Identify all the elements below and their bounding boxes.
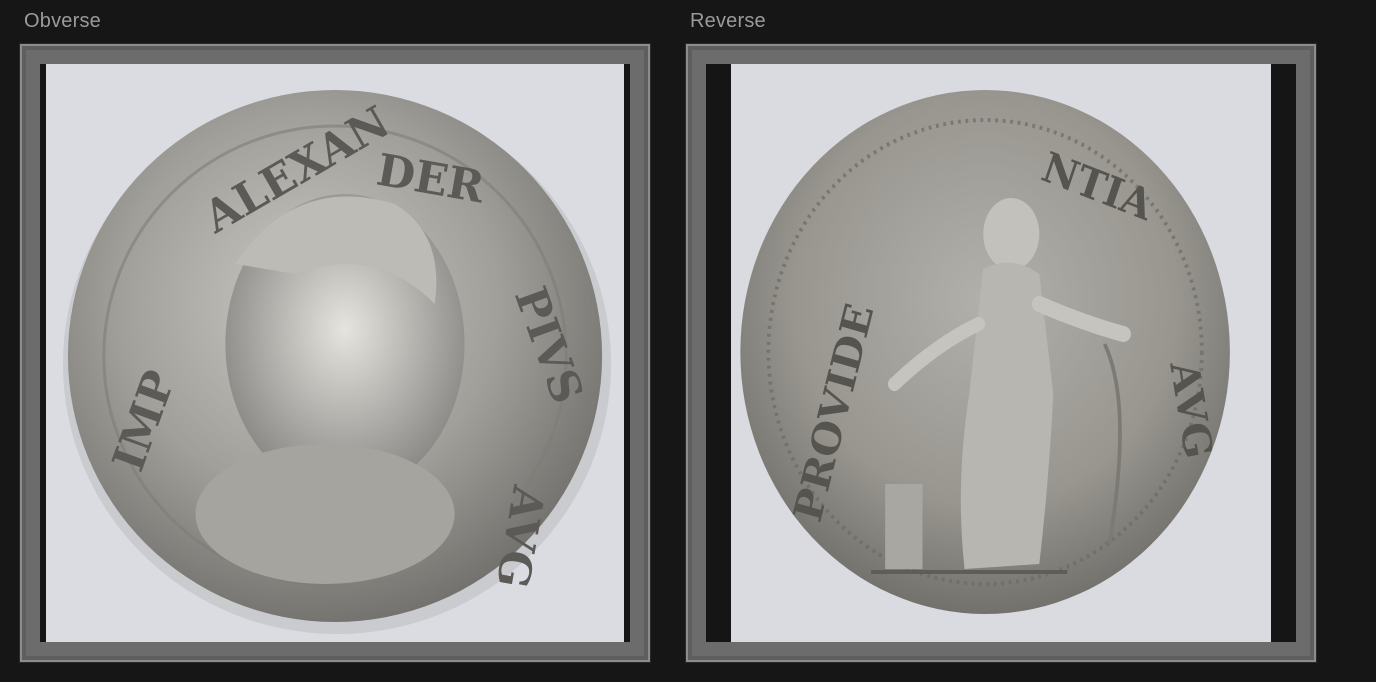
reverse-label: Reverse	[690, 10, 766, 32]
obverse-photo[interactable]: IMP ALEXAN DER PIVS AVG	[46, 64, 624, 642]
coin-reverse-icon: PROVIDE NTIA AVG	[731, 64, 1271, 642]
obverse-viewport: IMP ALEXAN DER PIVS AVG	[40, 64, 630, 642]
reverse-frame[interactable]: PROVIDE NTIA AVG	[686, 44, 1316, 662]
coin-obverse-icon: IMP ALEXAN DER PIVS AVG	[46, 64, 624, 642]
obverse-label: Obverse	[24, 10, 101, 32]
obverse-frame[interactable]: IMP ALEXAN DER PIVS AVG	[20, 44, 650, 662]
reverse-viewport: PROVIDE NTIA AVG	[706, 64, 1296, 642]
reverse-photo[interactable]: PROVIDE NTIA AVG	[731, 64, 1271, 642]
